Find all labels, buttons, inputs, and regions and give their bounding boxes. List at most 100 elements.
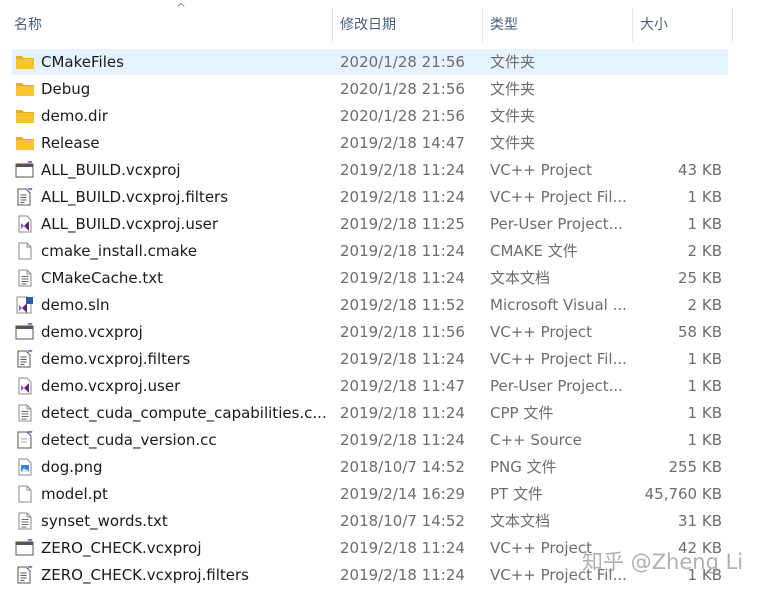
file-size: 255 KB: [668, 458, 722, 476]
file-date: 2019/2/18 11:52: [340, 296, 465, 314]
file-date: 2019/2/14 16:29: [340, 485, 465, 503]
file-name: demo.vcxproj.user: [41, 377, 181, 395]
file-type: VC++ Project Fil...: [490, 188, 627, 206]
file-name: ALL_BUILD.vcxproj.user: [41, 215, 219, 233]
file-size: 2 KB: [687, 242, 722, 260]
column-divider[interactable]: [332, 8, 333, 42]
text-file-icon: [15, 512, 35, 530]
file-name: ALL_BUILD.vcxproj.filters: [41, 188, 229, 206]
file-row[interactable]: Release 2019/2/18 14:47 文件夹: [12, 130, 728, 156]
file-type: Per-User Project...: [490, 215, 623, 233]
file-row[interactable]: CMakeFiles 2020/1/28 21:56 文件夹: [12, 49, 728, 75]
file-row[interactable]: detect_cuda_version.cc 2019/2/18 11:24 C++…: [12, 427, 728, 453]
file-row[interactable]: detect_cuda_compute_capabilities.c... 201…: [12, 400, 728, 426]
file-type: CMAKE 文件: [490, 242, 578, 260]
sort-ascending-icon: ^: [176, 1, 187, 15]
file-name: ZERO_CHECK.vcxproj.filters: [41, 566, 249, 584]
file-name: demo.sln: [41, 296, 110, 314]
column-header-type-label: 类型: [490, 17, 518, 33]
file-type: VC++ Project: [490, 323, 592, 341]
filters-file-icon: [15, 348, 35, 368]
file-date: 2019/2/18 11:24: [340, 566, 465, 584]
file-row[interactable]: Debug 2020/1/28 21:56 文件夹: [12, 76, 728, 102]
file-row[interactable]: ALL_BUILD.vcxproj.filters 2019/2/18 11:24…: [12, 184, 728, 210]
file-name: cmake_install.cmake: [41, 242, 198, 260]
folder-icon: [15, 107, 35, 125]
folder-icon: [15, 134, 35, 152]
file-type: Microsoft Visual ...: [490, 296, 627, 314]
text-file-icon: [15, 404, 35, 422]
file-type: 文件夹: [490, 80, 536, 98]
file-row[interactable]: demo.vcxproj 2019/2/18 11:56 VC++ Project 5…: [12, 319, 728, 345]
file-name: demo.dir: [41, 107, 108, 125]
file-size: 1 KB: [687, 404, 722, 422]
file-date: 2020/1/28 21:56: [340, 107, 465, 125]
file-date: 2020/1/28 21:56: [340, 80, 465, 98]
file-row[interactable]: ALL_BUILD.vcxproj.user 2019/2/18 11:25 Per…: [12, 211, 728, 237]
visual-studio-file-icon: [15, 377, 35, 395]
solution-file-icon: [15, 296, 35, 314]
file-size: 2 KB: [687, 296, 722, 314]
file-row[interactable]: demo.vcxproj.user 2019/2/18 11:47 Per-User…: [12, 373, 728, 399]
file-name: demo.vcxproj.filters: [41, 350, 191, 368]
file-date: 2019/2/18 11:47: [340, 377, 465, 395]
folder-icon: [15, 80, 35, 98]
file-name: detect_cuda_compute_capabilities.c...: [41, 404, 327, 422]
column-header-date[interactable]: 修改日期: [340, 0, 480, 46]
file-size: [622, 130, 722, 156]
file-row[interactable]: CMakeCache.txt 2019/2/18 11:24 文本文档 25 KB: [12, 265, 728, 291]
file-row[interactable]: demo.dir 2020/1/28 21:56 文件夹: [12, 103, 728, 129]
file-date: 2018/10/7 14:52: [340, 512, 465, 530]
file-date: 2019/2/18 11:24: [340, 161, 465, 179]
file-row[interactable]: synset_words.txt 2018/10/7 14:52 文本文档 31 KB: [12, 508, 728, 534]
file-name: model.pt: [41, 485, 108, 503]
file-name: ZERO_CHECK.vcxproj: [41, 539, 202, 557]
file-name: CMakeFiles: [41, 53, 124, 71]
file-date: 2019/2/18 11:24: [340, 269, 465, 287]
image-file-icon: [15, 458, 35, 476]
file-size: 45,760 KB: [644, 485, 722, 503]
file-date: 2019/2/18 11:24: [340, 242, 465, 260]
column-divider[interactable]: [632, 8, 633, 42]
column-header-name[interactable]: 名称 ^: [14, 0, 332, 46]
file-size: 1 KB: [687, 431, 722, 449]
text-file-icon: [15, 269, 35, 287]
column-header-bar: 名称 ^ 修改日期 类型 大小: [0, 0, 764, 46]
file-name: dog.png: [41, 458, 103, 476]
file-name: Debug: [41, 80, 91, 98]
column-divider[interactable]: [732, 8, 733, 42]
file-row[interactable]: dog.png 2018/10/7 14:52 PNG 文件 255 KB: [12, 454, 728, 480]
file-row[interactable]: cmake_install.cmake 2019/2/18 11:24 CMAKE …: [12, 238, 728, 264]
visual-studio-file-icon: [15, 215, 35, 233]
column-header-name-label: 名称: [14, 17, 42, 33]
vcxproj-icon: [15, 159, 35, 179]
column-header-size[interactable]: 大小: [640, 0, 730, 46]
column-divider[interactable]: [482, 8, 483, 42]
file-type: 文件夹: [490, 134, 536, 152]
file-date: 2019/2/18 11:24: [340, 188, 465, 206]
file-row[interactable]: demo.vcxproj.filters 2019/2/18 11:24 VC++ …: [12, 346, 728, 372]
vcxproj-icon: [15, 321, 35, 341]
file-type: VC++ Project: [490, 161, 592, 179]
file-row[interactable]: model.pt 2019/2/14 16:29 PT 文件 45,760 KB: [12, 481, 728, 507]
file-name: synset_words.txt: [41, 512, 168, 530]
file-date: 2019/2/18 11:24: [340, 539, 465, 557]
file-size: 31 KB: [678, 512, 722, 530]
file-size: [622, 49, 722, 75]
folder-icon: [15, 53, 35, 71]
file-name: CMakeCache.txt: [41, 269, 164, 287]
file-size: 1 KB: [687, 350, 722, 368]
cpp-source-icon: [15, 429, 35, 449]
file-name: Release: [41, 134, 100, 152]
file-size: [622, 76, 722, 102]
filters-file-icon: [15, 186, 35, 206]
file-type: 文本文档: [490, 512, 551, 530]
vcxproj-icon: [15, 537, 35, 557]
file-name: ALL_BUILD.vcxproj: [41, 161, 181, 179]
watermark: 知乎 @Zheng Li: [582, 550, 744, 574]
file-row[interactable]: ALL_BUILD.vcxproj 2019/2/18 11:24 VC++ Pro…: [12, 157, 728, 183]
file-type: PT 文件: [490, 485, 543, 503]
column-header-type[interactable]: 类型: [490, 0, 630, 46]
file-row[interactable]: demo.sln 2019/2/18 11:52 Microsoft Visual …: [12, 292, 728, 318]
blank-file-icon: [15, 242, 35, 260]
